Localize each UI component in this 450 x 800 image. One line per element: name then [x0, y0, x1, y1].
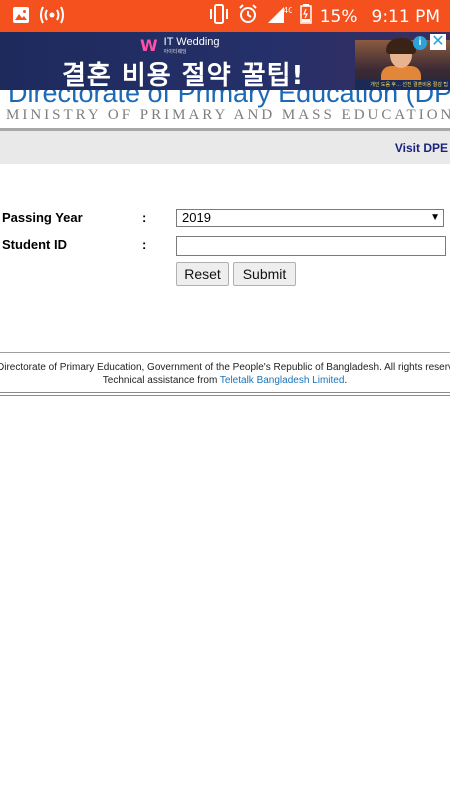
reset-button[interactable]: Reset	[176, 262, 229, 286]
alarm-icon	[238, 4, 258, 29]
passing-year-select[interactable]: 2019 ▼	[176, 209, 444, 227]
image-icon	[12, 6, 30, 29]
dropdown-arrow-icon: ▼	[430, 212, 440, 223]
vibrate-icon	[208, 4, 230, 29]
visit-dpe-link[interactable]: Visit DPE	[395, 141, 448, 155]
battery-icon	[299, 4, 312, 29]
teletalk-link[interactable]: Teletalk Bangladesh Limited	[220, 375, 345, 386]
footer-divider	[0, 352, 450, 353]
student-id-input[interactable]	[176, 236, 446, 256]
ad-brand-sub: 아이티웨딩	[163, 49, 187, 55]
signal-icon: 4G	[266, 4, 294, 29]
footer-assistance-prefix: Technical assistance from	[102, 375, 220, 386]
passing-year-label: Passing Year	[2, 210, 83, 225]
footer-copyright: Directorate of Primary Education, Govern…	[0, 362, 450, 373]
passing-year-value: 2019	[182, 210, 211, 225]
passing-year-colon: :	[142, 210, 147, 225]
submit-button[interactable]: Submit	[233, 262, 296, 286]
footer-assistance: Technical assistance from Teletalk Bangl…	[0, 375, 450, 386]
nav-bar: Visit DPE	[0, 131, 450, 164]
student-id-label: Student ID	[2, 237, 67, 252]
site-header: Directorate of Primary Education (DPE) M…	[0, 90, 450, 128]
ad-headline: 결혼 비용 절약 꿀팁!	[62, 61, 305, 90]
ad-banner[interactable]: W IT Wedding 아이티웨딩 결혼 비용 절약 꿀팁! 개인 도움 후……	[0, 32, 450, 90]
status-bar: 4G 15% 9:11 PM	[0, 0, 450, 32]
battery-percent: 15%	[319, 6, 358, 27]
network-type: 4G	[283, 6, 292, 15]
ad-close-icon[interactable]: ✕	[430, 34, 446, 50]
student-id-colon: :	[142, 237, 147, 252]
ad-brand-name: IT Wedding	[163, 36, 220, 48]
clock: 9:11 PM	[371, 6, 441, 27]
ad-photo-caption: 개인 도움 후… 선진 결혼비용 절감 팁	[355, 80, 450, 90]
ad-info-icon[interactable]: i	[413, 36, 427, 50]
passing-year-row: Passing Year : 2019 ▼	[0, 205, 450, 229]
footer-bottom-divider	[0, 392, 450, 396]
hotspot-icon	[40, 6, 64, 29]
site-subtitle: MINISTRY OF PRIMARY AND MASS EDUCATION	[6, 107, 450, 123]
footer-assistance-suffix: .	[344, 375, 348, 386]
ad-brand: W IT Wedding 아이티웨딩	[140, 36, 220, 55]
wedding-logo-icon: W	[140, 36, 158, 55]
